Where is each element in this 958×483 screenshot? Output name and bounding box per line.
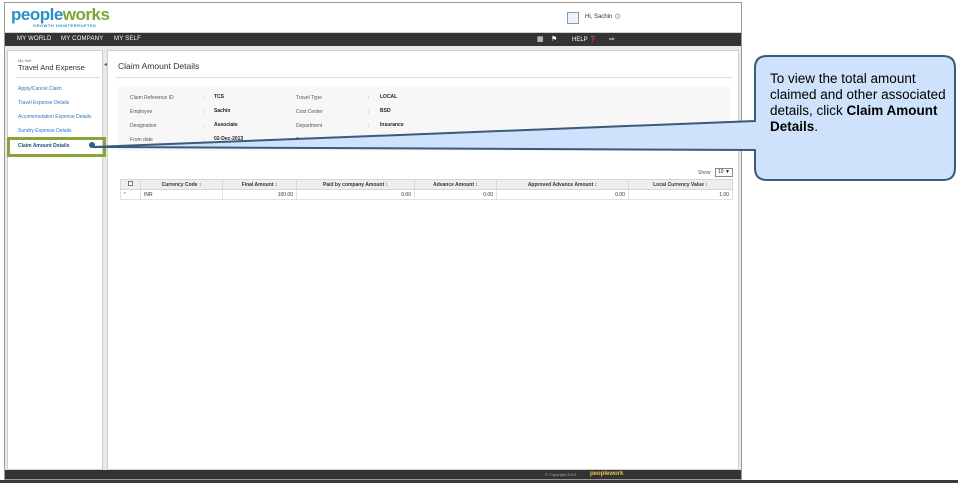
- table-header-row: Currency Code ↕ Final Amount ↕ Paid by c…: [120, 179, 733, 190]
- callout-text: To view the total amount claimed and oth…: [770, 71, 950, 135]
- sort-icon: ↕: [705, 181, 708, 188]
- sidebar-item-apply-cancel-claim[interactable]: Apply/Cancel Claim: [18, 86, 62, 92]
- field-label-to-date: To date: [296, 137, 313, 143]
- help-label: HELP: [572, 37, 588, 43]
- help-menu[interactable]: HELP ❓: [572, 36, 597, 43]
- sort-icon: ↕: [274, 181, 278, 188]
- field-value-cost-center: BSD: [380, 108, 391, 114]
- sort-icon: ↕: [385, 181, 389, 188]
- user-greeting: Hi, Sachin: [585, 14, 613, 20]
- sort-icon: ↕: [198, 181, 202, 188]
- footer-logo: peoplework: [590, 471, 624, 477]
- peopleworks-logo[interactable]: peopleworks: [11, 5, 110, 24]
- field-value-travel-type: LOCAL: [380, 94, 398, 100]
- field-colon: :: [204, 95, 206, 101]
- nav-my-world[interactable]: MY WORLD: [17, 36, 52, 42]
- column-header-label: Local Currency Value: [653, 181, 704, 188]
- claim-details-panel: Claim Reference ID : TCS Travel Type : L…: [118, 86, 730, 151]
- field-label-department: Department: [296, 123, 323, 129]
- page-title: Claim Amount Details: [118, 61, 200, 71]
- sort-icon: ↕: [475, 181, 478, 188]
- sidebar-title: Travel And Expense: [18, 63, 85, 72]
- sidebar-item-sundry-expense-details[interactable]: Sundry Expense Details: [18, 128, 71, 134]
- app-window: peopleworks GROWTH UNINTERRUPTED Hi, Sac…: [4, 2, 742, 480]
- field-value-designation: Associate: [214, 122, 238, 128]
- column-header-label: Final Amount: [241, 181, 274, 188]
- field-value-claim-reference-id: TCS: [214, 94, 224, 100]
- title-divider: [116, 77, 732, 78]
- column-header-advance-amount[interactable]: Advance Amount ↕: [414, 179, 497, 190]
- logo-part-ople: ople: [29, 5, 63, 24]
- main-navbar: MY WORLD MY COMPANY MY SELF ▦ ⚑ HELP ❓ ⇨: [5, 33, 741, 46]
- footer-bar: © Copyright 2013 peoplework: [5, 470, 741, 479]
- sidebar: My Self Travel And Expense Apply/Cancel …: [7, 50, 103, 470]
- field-colon: :: [204, 123, 206, 129]
- grid-icon[interactable]: ▦: [537, 35, 544, 43]
- row-marker-icon: ⌜: [124, 191, 127, 198]
- field-colon: :: [368, 123, 370, 129]
- column-header-label: Currency Code: [161, 181, 198, 188]
- column-header-approved-advance-amount[interactable]: Approved Advance Amount ↕: [496, 179, 629, 190]
- cell-final-amount: 100.00: [222, 189, 297, 200]
- page-size-select[interactable]: 10 ▼: [715, 168, 733, 177]
- field-label-cost-center: Cost Center: [296, 109, 323, 115]
- field-value-from-date: 02-Dec-2013: [214, 136, 244, 142]
- field-label-claim-reference-id: Claim Reference ID: [130, 95, 174, 101]
- logo-part-pe: pe: [11, 5, 30, 24]
- user-avatar[interactable]: [567, 12, 579, 24]
- settings-icon[interactable]: ⚙: [614, 12, 621, 21]
- field-label-employee: Employee: [130, 109, 153, 115]
- flag-icon[interactable]: ⚑: [551, 35, 557, 43]
- field-colon: :: [368, 109, 370, 115]
- column-header-currency-code[interactable]: Currency Code ↕: [140, 179, 223, 190]
- page-size-label: Show: [698, 170, 711, 176]
- connector-dot: [89, 142, 95, 148]
- cell-approved-advance-amount: 0.00: [496, 189, 629, 200]
- column-header-label: Approved Advance Amount: [527, 181, 594, 188]
- field-colon: :: [368, 95, 370, 101]
- logout-icon[interactable]: ⇨: [609, 35, 615, 43]
- column-header-label: Paid by company Amount: [322, 181, 385, 188]
- logo-part-works: works: [62, 5, 110, 24]
- select-all-header[interactable]: [120, 179, 141, 190]
- field-colon: :: [204, 109, 206, 115]
- nav-my-company[interactable]: MY COMPANY: [61, 36, 103, 42]
- sidebar-divider: [16, 77, 100, 78]
- field-label-designation: Designation: [130, 123, 157, 129]
- nav-my-self[interactable]: MY SELF: [114, 36, 141, 42]
- cell-advance-amount: 0.00: [414, 189, 497, 200]
- logo-tagline: GROWTH UNINTERRUPTED: [33, 23, 97, 28]
- table-row[interactable]: ⌜ INR 100.00 0.00 0.00 0.00 1.00: [120, 189, 733, 200]
- callout-text-end: .: [814, 119, 819, 134]
- column-header-label: Advance Amount: [433, 181, 475, 188]
- field-value-employee: Sachin: [214, 108, 231, 114]
- select-all-checkbox[interactable]: [128, 181, 133, 186]
- field-label-from-date: From date: [130, 137, 153, 143]
- column-header-local-currency-value[interactable]: Local Currency Value ↕: [628, 179, 733, 190]
- help-icon: ❓: [589, 37, 597, 43]
- chevron-down-icon: ▼: [724, 169, 730, 175]
- footer-copyright: © Copyright 2013: [545, 472, 577, 477]
- column-header-paid-by-company-amount[interactable]: Paid by company Amount ↕: [296, 179, 415, 190]
- cell-currency-code: INR: [140, 189, 223, 200]
- field-label-travel-type: Travel Type: [296, 95, 322, 101]
- column-header-final-amount[interactable]: Final Amount ↕: [222, 179, 297, 190]
- sidebar-item-travel-expense-details[interactable]: Travel Expense Details: [18, 100, 69, 106]
- row-select-cell[interactable]: ⌜: [120, 189, 141, 200]
- cell-local-currency-value: 1.00: [628, 189, 733, 200]
- sidebar-item-accommodation-expense-details[interactable]: Accommodation Expense Details: [18, 114, 91, 120]
- field-colon: :: [204, 137, 206, 143]
- cell-paid-by-company-amount: 0.00: [296, 189, 415, 200]
- top-bar: peopleworks GROWTH UNINTERRUPTED Hi, Sac…: [5, 3, 741, 33]
- page-size-value: 10: [718, 169, 724, 175]
- main-content: Claim Amount Details Claim Reference ID …: [107, 50, 739, 470]
- sort-icon: ↕: [594, 181, 598, 188]
- field-value-to-date: 05-Dec-2013: [380, 136, 410, 142]
- field-colon: :: [368, 137, 370, 143]
- field-value-department: Insurance: [380, 122, 404, 128]
- claim-amount-table: Currency Code ↕ Final Amount ↕ Paid by c…: [120, 179, 733, 200]
